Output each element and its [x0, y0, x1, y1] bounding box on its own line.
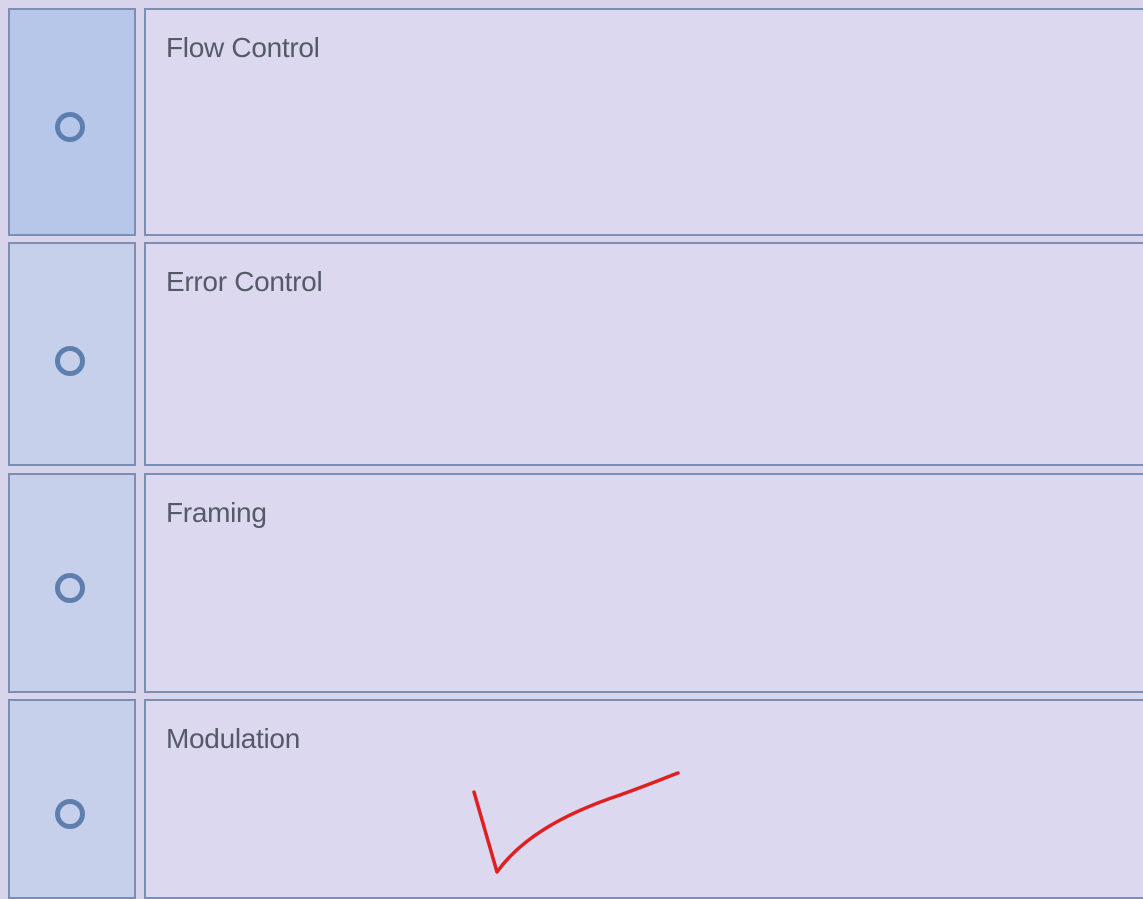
option-row-modulation: Modulation	[8, 699, 1143, 899]
option-label: Modulation	[166, 723, 300, 754]
radio-cell-flow-control[interactable]	[8, 8, 136, 236]
radio-cell-error-control[interactable]	[8, 242, 136, 466]
answer-options: Flow Control Error Control Framing Modul…	[0, 0, 1143, 899]
option-label: Flow Control	[166, 32, 320, 63]
radio-cell-modulation[interactable]	[8, 699, 136, 899]
label-cell-error-control[interactable]: Error Control	[144, 242, 1143, 466]
radio-button-error-control[interactable]	[55, 346, 85, 376]
radio-button-framing[interactable]	[55, 573, 85, 603]
radio-button-flow-control[interactable]	[55, 112, 85, 142]
option-label: Framing	[166, 497, 267, 528]
label-cell-framing[interactable]: Framing	[144, 473, 1143, 693]
option-row-framing: Framing	[8, 473, 1143, 693]
option-row-flow-control: Flow Control	[8, 8, 1143, 236]
label-cell-flow-control[interactable]: Flow Control	[144, 8, 1143, 236]
radio-cell-framing[interactable]	[8, 473, 136, 693]
option-label: Error Control	[166, 266, 323, 297]
radio-button-modulation[interactable]	[55, 799, 85, 829]
option-row-error-control: Error Control	[8, 242, 1143, 466]
label-cell-modulation[interactable]: Modulation	[144, 699, 1143, 899]
